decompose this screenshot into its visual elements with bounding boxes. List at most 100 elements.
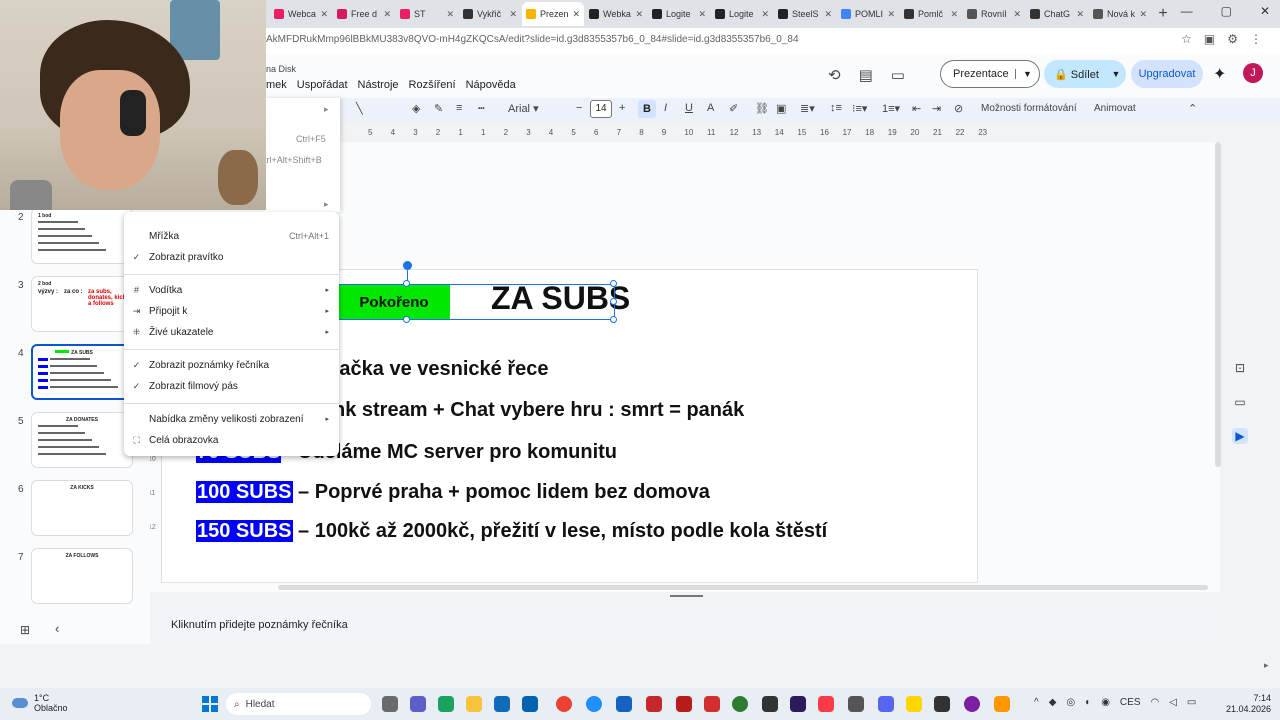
close-icon[interactable]: ✕ [698,9,706,20]
close-icon[interactable]: ✕ [446,9,454,20]
app-icon[interactable] [646,696,662,712]
close-window-icon[interactable]: ✕ [1260,4,1270,18]
slide-text-line[interactable]: nk stream + Chat vybere hru : smrt = pan… [333,399,744,422]
slide-thumbnail[interactable]: 2 bod výzvy : za co : za subs, donates, kic… [31,276,133,332]
browser-tab[interactable]: Webca ✕ [270,2,332,26]
slide-thumbnail[interactable]: ZA SUBS [31,344,133,400]
menu-item[interactable]: Uspořádat [297,79,348,91]
browser-tab[interactable]: ST ✕ [396,2,458,26]
premiere-icon[interactable] [790,696,806,712]
highlight-icon[interactable]: ✐ [729,102,738,115]
underline-button[interactable]: U [685,102,693,114]
browser-tab[interactable]: Pomlč ✕ [900,2,962,26]
link-icon[interactable]: ⛓ [755,102,769,115]
app-icon[interactable] [906,696,922,712]
chevron-up-icon[interactable]: ⌃ [1188,102,1197,115]
weather-widget[interactable]: 1°C Oblačno [12,693,68,713]
keep-icon[interactable]: ⊡ [1232,360,1248,376]
browser-tab[interactable]: Webka ✕ [585,2,647,26]
numbered-list-icon[interactable]: 1≡▾ [882,102,900,115]
menu-item[interactable]: ⁜ Živé ukazatele ▸ [124,323,339,341]
tray-icon[interactable]: ◐ [1085,697,1091,708]
app-icon[interactable] [676,696,692,712]
menu-item[interactable]: Mřížka Ctrl+Alt+1 [124,227,339,245]
font-size-increase[interactable]: + [619,102,625,114]
italic-button[interactable]: I [664,102,667,114]
clear-format-icon[interactable]: ⊘ [954,102,963,115]
avatar[interactable]: J [1243,63,1263,83]
extension-icon[interactable]: ▣ [1204,32,1215,46]
slide-thumbnail[interactable]: ZA KICKS [31,480,133,536]
resize-handle[interactable] [403,316,410,323]
chevron-down-icon[interactable]: ▼ [1015,69,1039,79]
steam-icon[interactable]: ◉ [1101,697,1110,708]
border-color-icon[interactable]: ✎ [434,102,443,115]
browser-tab[interactable]: Free d ✕ [333,2,395,26]
line-spacing-icon[interactable]: ↕≡ [830,102,842,114]
horizontal-scrollbar[interactable] [278,585,1208,590]
animate-button[interactable]: Animovat [1094,103,1136,114]
scroll-arrow-icon[interactable]: ▸ [1264,660,1269,671]
menu-item[interactable]: Nápověda [466,79,516,91]
menu-item[interactable]: ✓ Zobrazit filmový pás [124,377,339,395]
app-icon[interactable] [848,696,864,712]
upgrade-button[interactable]: Upgradovat [1131,60,1203,88]
history-icon[interactable]: ⟲ [828,66,841,84]
explorer-icon[interactable] [466,696,482,712]
outlook-icon[interactable] [494,696,510,712]
present-button[interactable]: Prezentace ▼ [940,60,1040,88]
bold-button[interactable]: B [638,100,656,118]
line-icon[interactable]: ╲ [356,102,363,115]
browser-tab[interactable]: Logite ✕ [648,2,710,26]
font-size-input[interactable]: 14 [590,100,612,118]
bulleted-list-icon[interactable]: ⁝≡▾ [852,102,867,115]
notes-resize-handle[interactable] [670,595,703,597]
comments-icon[interactable]: ▤ [859,66,873,84]
rotate-handle[interactable] [403,261,412,270]
browser-tab[interactable]: POMLI ✕ [837,2,899,26]
indent-increase-icon[interactable]: ⇥ [932,102,941,115]
close-icon[interactable]: ✕ [1139,9,1147,20]
resize-handle[interactable] [610,298,617,305]
menu-item[interactable]: Nástroje [358,79,399,91]
app-icon[interactable] [732,696,748,712]
resize-handle[interactable] [610,316,617,323]
url-text[interactable]: AkMFDRukMmp96lBBkMU383v8QVO-mH4gZKQCsA/e… [266,34,799,45]
close-icon[interactable]: ✕ [383,9,391,20]
font-size-decrease[interactable]: − [576,102,582,114]
close-icon[interactable]: ✕ [572,9,580,20]
slide-text-line[interactable]: upačka ve vesnické řece [315,358,549,381]
new-tab-button[interactable]: + [1152,5,1174,23]
close-icon[interactable]: ✕ [1013,9,1021,20]
menu-item[interactable]: Rozšíření [409,79,456,91]
text-color-icon[interactable]: A [707,102,714,114]
font-family-select[interactable]: Arial ▾ [508,102,539,115]
close-icon[interactable]: ✕ [887,9,895,20]
slide-thumbnail[interactable]: ZA FOLLOWS [31,548,133,604]
clock[interactable]: 7:14 21.04.2026 [1226,693,1271,715]
resize-handle[interactable] [403,280,410,287]
app-icon[interactable] [964,696,980,712]
task-view-icon[interactable] [382,696,398,712]
close-icon[interactable]: ✕ [320,9,328,20]
app-icon[interactable] [616,696,632,712]
edge-icon[interactable] [438,696,454,712]
browser-tab[interactable]: ChatG ✕ [1026,2,1088,26]
browser-tab[interactable]: Vykřič ✕ [459,2,521,26]
close-icon[interactable]: ✕ [509,9,517,20]
minimize-icon[interactable]: — [1181,4,1193,18]
align-icon[interactable]: ≣▾ [800,102,815,115]
selection-box[interactable] [337,284,615,320]
star-icon[interactable]: ☆ [1181,32,1192,46]
menu-item[interactable]: ⛶ Celá obrazovka [124,431,339,449]
menu-item[interactable]: ⇥ Připojit k ▸ [124,302,339,320]
resize-handle[interactable] [610,280,617,287]
menu-item[interactable]: ✓ Zobrazit pravítko [124,248,339,266]
chevron-left-icon[interactable]: ‹ [55,621,59,636]
store-icon[interactable] [522,696,538,712]
close-icon[interactable]: ✕ [950,9,958,20]
app-icon[interactable] [586,696,602,712]
slide-thumbnail[interactable]: 1 bod [31,208,133,264]
slides-panel-icon[interactable]: ▶ [1232,428,1248,444]
browser-tab[interactable]: Logite ✕ [711,2,773,26]
